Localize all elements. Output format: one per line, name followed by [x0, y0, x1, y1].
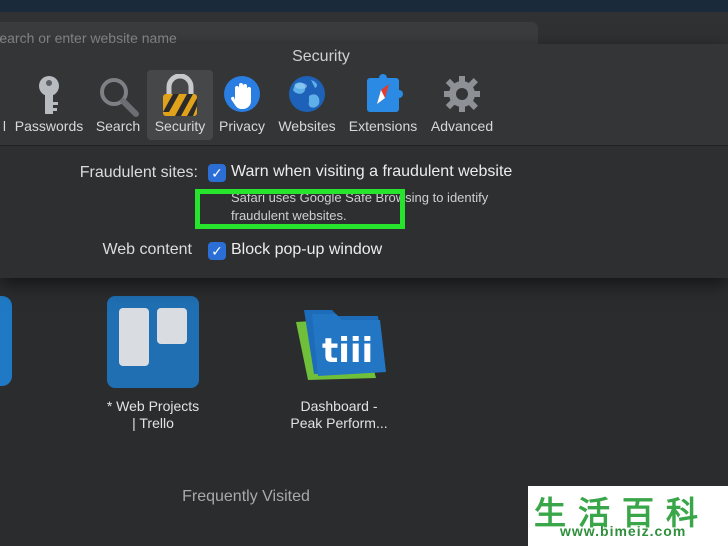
- trello-icon: [107, 296, 199, 388]
- favorite-tile-trello[interactable]: * Web Projects | Trello: [78, 296, 228, 446]
- tab-label: Extensions: [348, 118, 418, 134]
- web-content-label: Web content: [102, 241, 192, 258]
- tab-general[interactable]: l: [0, 70, 6, 140]
- tab-passwords[interactable]: Passwords: [12, 70, 86, 140]
- tab-label: Advanced: [430, 118, 494, 134]
- tab-label: Search: [95, 118, 141, 134]
- tile-title-line1: Dashboard -: [300, 398, 378, 414]
- tile-title-line1: * Web Projects: [106, 398, 200, 414]
- key-icon: [39, 76, 59, 114]
- window-title: Security: [292, 48, 350, 65]
- folder-tiii-icon: tiii: [296, 310, 386, 380]
- favorite-tile-dashboard[interactable]: tiii Dashboard - Peak Perform...: [264, 296, 414, 446]
- favorite-tile-partial[interactable]: [0, 296, 12, 386]
- tile-title: Dashboard - Peak Perform...: [264, 398, 414, 432]
- browser-toolbar: [0, 12, 728, 50]
- tab-search[interactable]: Search: [90, 70, 146, 140]
- tab-label: Passwords: [14, 118, 84, 134]
- fraudulent-sites-label: Fraudulent sites:: [79, 164, 198, 181]
- tab-advanced[interactable]: Advanced: [426, 70, 498, 140]
- tab-label: Security: [154, 118, 206, 134]
- frequently-visited-heading: Frequently Visited: [182, 488, 310, 505]
- tab-label: Websites: [278, 118, 336, 134]
- block-popup-checkbox[interactable]: ✓: [208, 242, 226, 260]
- window-top-strip: [0, 0, 728, 12]
- watermark-url: www.bimeiz.com: [560, 523, 687, 539]
- padlock-icon: [163, 74, 197, 116]
- preferences-toolbar: Security l Passwords Search Security Pri…: [0, 44, 728, 146]
- tile-title-line2: | Trello: [132, 415, 174, 431]
- puzzle-compass-icon: [367, 74, 403, 112]
- fraudulent-warning-checkbox[interactable]: ✓: [208, 164, 226, 182]
- tab-extensions[interactable]: Extensions: [344, 70, 422, 140]
- fraudulent-warning-text[interactable]: Warn when visiting a fraudulent website: [231, 163, 512, 181]
- tab-websites[interactable]: Websites: [274, 70, 340, 140]
- gear-icon: [444, 76, 480, 112]
- tile-title: * Web Projects | Trello: [78, 398, 228, 432]
- watermark-logo: 生活百科 www.bimeiz.com: [528, 486, 728, 546]
- tab-label: l: [2, 118, 6, 134]
- favorite-icon: [0, 296, 12, 386]
- globe-icon: [289, 76, 325, 112]
- magnifier-icon: [100, 78, 139, 117]
- tab-security[interactable]: Security: [147, 70, 213, 140]
- tile-title-line2: Peak Perform...: [290, 415, 388, 431]
- block-popup-text[interactable]: Block pop-up window: [231, 241, 382, 259]
- highlight-box: [195, 189, 405, 229]
- svg-text:tiii: tiii: [322, 331, 373, 371]
- hand-icon: [224, 76, 260, 112]
- tab-label: Privacy: [219, 118, 265, 134]
- security-preferences-window: Security l Passwords Search Security Pri…: [0, 44, 728, 278]
- tab-privacy[interactable]: Privacy: [214, 70, 270, 140]
